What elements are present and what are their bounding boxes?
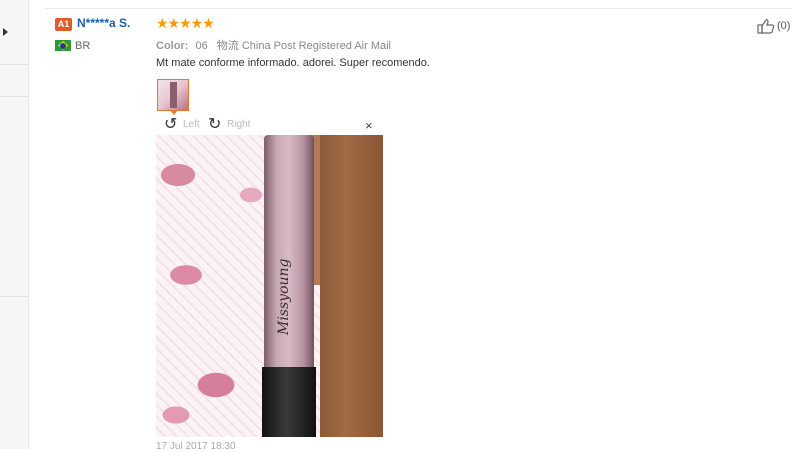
review-text: Mt mate conforme informado. adorei. Supe… [156,57,430,69]
helpful-count[interactable]: (0) [777,20,790,32]
thumbnail-pointer [170,110,178,115]
close-icon[interactable]: × [365,119,373,132]
rotate-right-icon[interactable]: ↻ [208,117,221,133]
color-value: 06 [195,40,208,52]
brazil-flag-icon [55,40,71,51]
review-photo-large: Missyoung [156,135,383,437]
rotate-left-icon[interactable]: ↺ [164,117,177,133]
rotate-left-label[interactable]: Left [183,119,200,130]
star-rating: ★★★★★ [156,15,215,31]
thumbs-up-icon[interactable] [757,18,775,34]
shipping-method: 物流 China Post Registered Air Mail [216,40,391,52]
wood-background [320,135,383,437]
review-date: 17 Jul 2017 18:30 [156,441,236,452]
review-divider [45,8,792,9]
buyer-level-badge: A1 [55,18,72,31]
tube-brand-text: Missyoung [276,258,292,335]
sidebar-divider [0,96,28,97]
sidebar-divider [0,296,28,297]
lipgloss-cap [262,367,316,437]
sidebar-divider [0,64,28,65]
order-info: Color: 06 物流 China Post Registered Air M… [156,37,391,53]
expand-arrow-icon[interactable] [3,28,8,36]
review-photo-thumbnail[interactable] [157,79,189,111]
reviewer-country: BR [75,40,91,52]
rotate-right-label[interactable]: Right [227,119,250,130]
reviewer-name: N*****a S. [77,16,131,30]
left-sidebar-strip [0,0,29,449]
color-label: Color: [156,40,189,52]
